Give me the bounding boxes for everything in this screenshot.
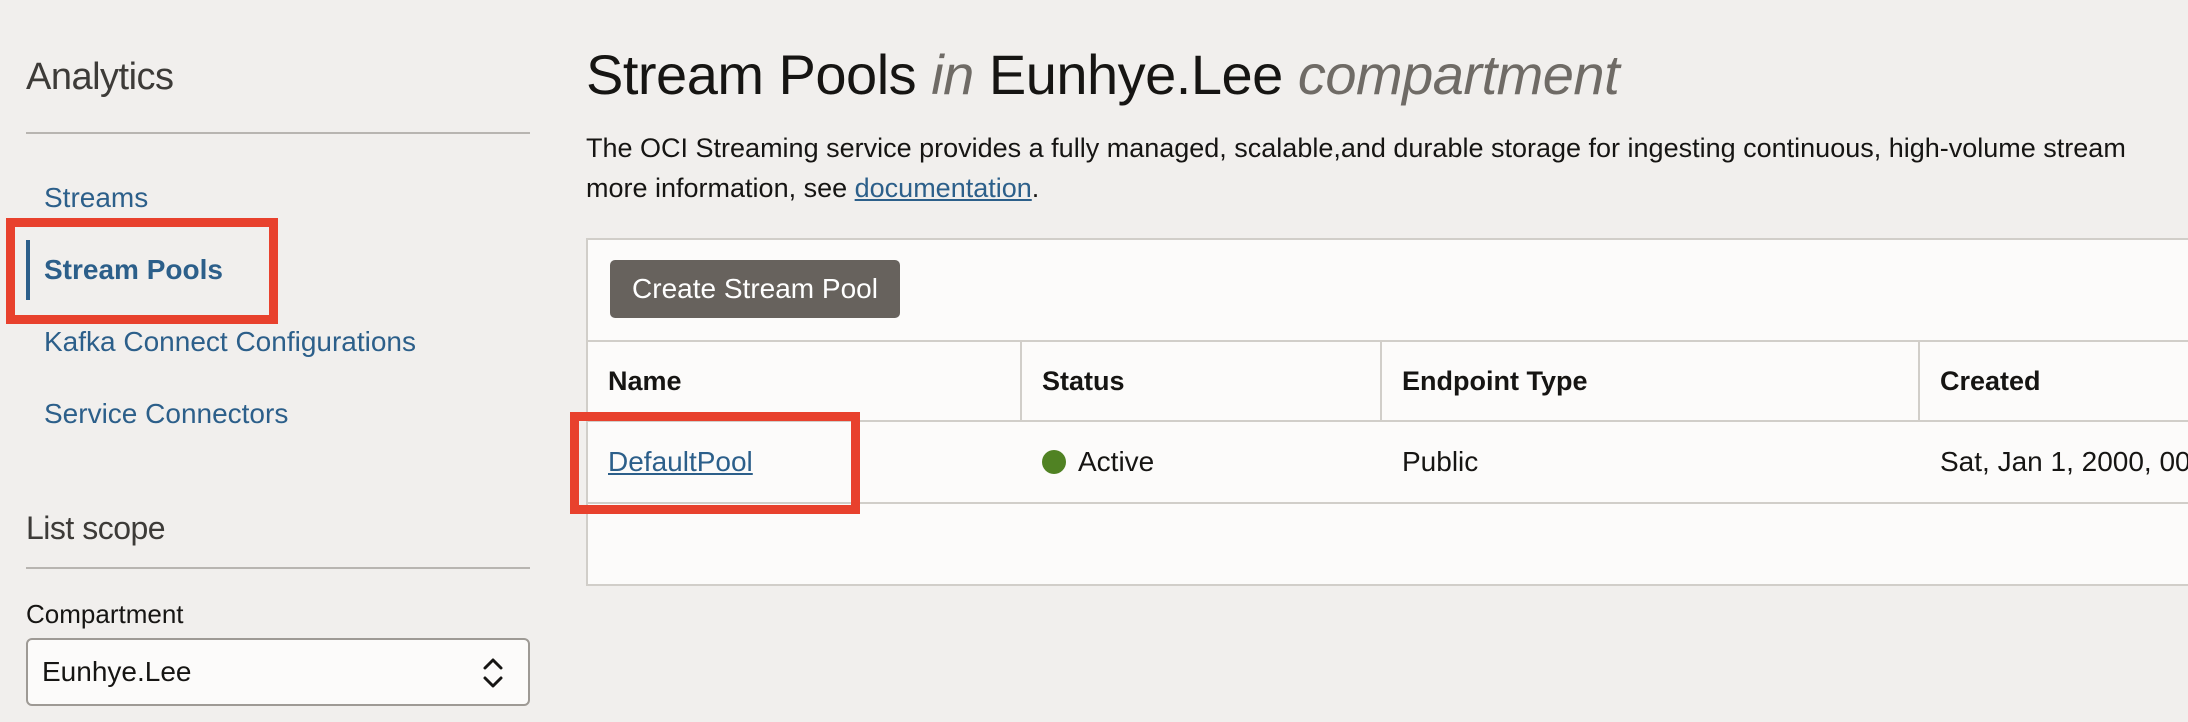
column-header-endpoint-type[interactable]: Endpoint Type — [1402, 342, 1587, 420]
sidebar-item-stream-pools[interactable]: Stream Pools — [26, 240, 506, 300]
list-scope-heading: List scope — [26, 510, 166, 546]
stream-pools-table-panel: Create Stream Pool Name Status Endpoint … — [586, 238, 2188, 586]
documentation-link[interactable]: documentation — [855, 173, 1032, 203]
sidebar-item-kafka-connect-configurations[interactable]: Kafka Connect Configurations — [26, 312, 506, 372]
sidebar-heading: Analytics — [26, 56, 174, 98]
column-divider — [1020, 342, 1022, 420]
page-title-main: Stream Pools — [586, 43, 917, 106]
sidebar-item-label: Streams — [44, 182, 149, 213]
sidebar-item-service-connectors[interactable]: Service Connectors — [26, 384, 506, 444]
sidebar-divider — [26, 132, 530, 134]
cell-created: Sat, Jan 1, 2000, 00 — [1940, 446, 2188, 477]
page-description: The OCI Streaming service provides a ful… — [586, 128, 2188, 208]
cell-status: Active — [1042, 422, 1154, 502]
description-line-2: more information, see documentation. — [586, 168, 2188, 208]
list-scope-divider — [26, 567, 530, 569]
status-text: Active — [1078, 446, 1155, 477]
description-prefix: more information, see — [586, 173, 848, 203]
compartment-select[interactable]: Eunhye.Lee — [26, 638, 530, 706]
create-stream-pool-button[interactable]: Create Stream Pool — [610, 260, 900, 318]
stream-pool-name-link[interactable]: DefaultPool — [608, 446, 753, 478]
status-dot-icon — [1042, 450, 1066, 474]
chevron-up-down-icon — [483, 658, 503, 688]
column-header-created[interactable]: Created — [1940, 342, 2041, 420]
column-divider — [1918, 342, 1920, 420]
page-title-in: in — [931, 43, 974, 106]
page-title-compartment: Eunhye.Lee — [988, 43, 1283, 106]
compartment-select-value: Eunhye.Lee — [42, 656, 192, 687]
table-header: Name Status Endpoint Type Created — [588, 340, 2188, 422]
column-header-status[interactable]: Status — [1042, 342, 1125, 420]
page-title-suffix: compartment — [1297, 43, 1620, 106]
compartment-label: Compartment — [26, 599, 184, 629]
cell-endpoint-type: Public — [1402, 446, 1479, 477]
sidebar-item-label: Service Connectors — [44, 398, 289, 429]
table-row: DefaultPool Active Public Sat, Jan 1, 20… — [588, 422, 2188, 504]
page-title: Stream Pools in Eunhye.Lee compartment — [586, 42, 1620, 107]
sidebar-item-label: Kafka Connect Configurations — [44, 326, 416, 357]
sidebar-item-streams[interactable]: Streams — [26, 168, 506, 228]
sidebar-item-label: Stream Pools — [44, 254, 223, 285]
column-header-name[interactable]: Name — [608, 342, 682, 420]
description-line-1: The OCI Streaming service provides a ful… — [586, 133, 2126, 163]
column-divider — [1380, 342, 1382, 420]
description-suffix: . — [1031, 173, 1040, 203]
cell-name: DefaultPool — [608, 422, 753, 502]
